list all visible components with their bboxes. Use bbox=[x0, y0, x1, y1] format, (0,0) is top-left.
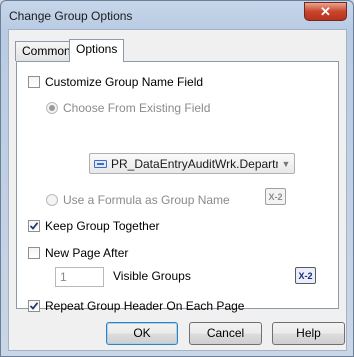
ok-button[interactable]: OK bbox=[106, 322, 178, 345]
formula-editor-button-disabled[interactable]: X-2 bbox=[265, 188, 286, 205]
keep-together-checkbox[interactable] bbox=[28, 220, 40, 232]
existing-field-value: PR_DataEntryAuditWrk.Departmer bbox=[111, 156, 278, 171]
new-page-after-checkbox[interactable] bbox=[28, 247, 40, 259]
keep-together-row[interactable]: Keep Group Together bbox=[28, 219, 160, 233]
formula-icon: X-2 bbox=[268, 191, 283, 202]
dialog-body: Common Options Customize Group Name Fiel… bbox=[8, 29, 347, 351]
window-title: Change Group Options bbox=[9, 9, 133, 23]
use-formula-row[interactable]: Use a Formula as Group Name bbox=[46, 193, 230, 207]
chevron-down-icon: ▼ bbox=[281, 158, 291, 169]
repeat-header-row[interactable]: Repeat Group Header On Each Page bbox=[28, 299, 244, 313]
close-icon: ✕ bbox=[320, 4, 331, 19]
choose-existing-radio[interactable] bbox=[46, 102, 58, 114]
options-panel: Customize Group Name Field Choose From E… bbox=[16, 61, 339, 313]
new-page-after-row[interactable]: New Page After bbox=[28, 246, 128, 260]
field-icon bbox=[94, 159, 107, 168]
choose-existing-row[interactable]: Choose From Existing Field bbox=[46, 101, 210, 115]
formula-icon: X-2 bbox=[298, 270, 313, 281]
existing-field-select[interactable]: PR_DataEntryAuditWrk.Departmer ▼ bbox=[89, 153, 295, 174]
formula-editor-button[interactable]: X-2 bbox=[295, 267, 316, 284]
repeat-header-checkbox[interactable] bbox=[28, 300, 40, 312]
customize-group-name-row[interactable]: Customize Group Name Field bbox=[28, 75, 203, 89]
close-button[interactable]: ✕ bbox=[304, 2, 347, 21]
keep-together-label: Keep Group Together bbox=[45, 219, 160, 233]
visible-groups-input[interactable]: 1 bbox=[55, 267, 104, 287]
use-formula-label: Use a Formula as Group Name bbox=[63, 193, 230, 207]
visible-groups-label: Visible Groups bbox=[113, 269, 191, 283]
use-formula-radio[interactable] bbox=[46, 194, 58, 206]
repeat-header-label: Repeat Group Header On Each Page bbox=[45, 299, 245, 313]
customize-group-name-checkbox[interactable] bbox=[28, 76, 40, 88]
choose-existing-label: Choose From Existing Field bbox=[63, 101, 211, 115]
customize-group-name-label: Customize Group Name Field bbox=[45, 75, 204, 89]
help-button[interactable]: Help bbox=[272, 322, 345, 345]
new-page-after-label: New Page After bbox=[45, 246, 129, 260]
cancel-button[interactable]: Cancel bbox=[189, 322, 262, 345]
dialog-window: Change Group Options ✕ Common Options Cu… bbox=[0, 0, 354, 357]
tab-options[interactable]: Options bbox=[69, 39, 125, 62]
